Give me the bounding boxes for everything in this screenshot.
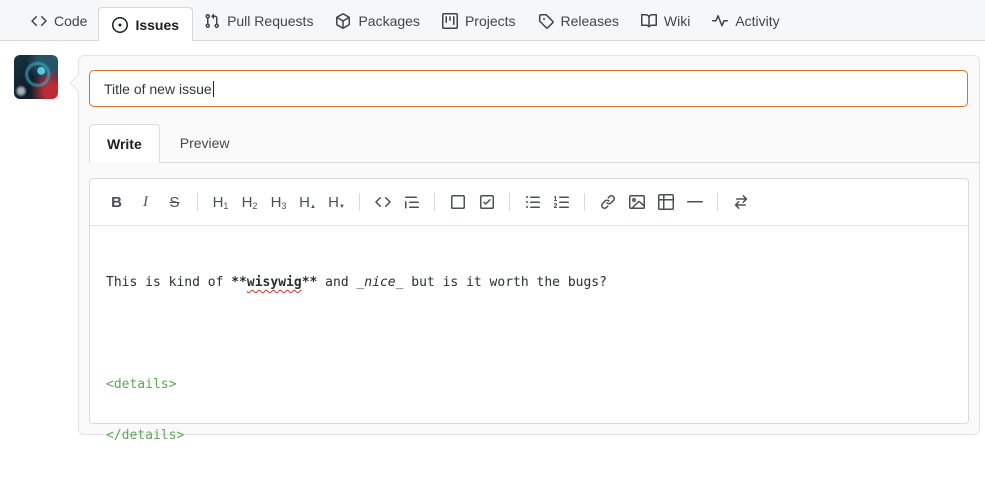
nav-tab-code[interactable]: Code (20, 0, 98, 41)
quote-icon (404, 196, 419, 209)
heading-2-button[interactable]: H2 (235, 188, 264, 217)
nav-tab-label: Projects (464, 12, 516, 29)
strikethrough-icon: S (169, 193, 180, 211)
heading-1-icon: H (212, 193, 224, 211)
new-issue-form: Title of new issue Write Preview B I S H… (69, 55, 980, 443)
bold-icon: B (111, 193, 122, 211)
editor-line-1: This is kind of **wisywig** and _nice_ b… (106, 275, 607, 290)
markdown-toolbar: B I S H1 H2 H3 H ▲ H ▼ (90, 179, 968, 226)
comment-arrow (69, 74, 87, 92)
editor-line-details-open: <details> (106, 377, 177, 392)
link-button[interactable] (593, 188, 622, 217)
editor-blank-line (106, 325, 952, 342)
heading-decrease-sub: ▼ (338, 204, 345, 210)
bold-button[interactable]: B (102, 188, 131, 217)
italic-button[interactable]: I (131, 188, 160, 217)
heading-1-sub: 1 (223, 201, 229, 211)
table-button[interactable] (651, 188, 680, 217)
book-icon (640, 13, 657, 27)
heading-1-button[interactable]: H1 (206, 188, 235, 217)
user-avatar (14, 55, 58, 99)
switch-editor-icon (734, 195, 747, 210)
nav-tab-label: Issues (135, 16, 180, 33)
toolbar-separator (359, 193, 360, 211)
tab-write[interactable]: Write (89, 124, 160, 163)
code-icon (31, 15, 47, 26)
issue-title-input[interactable]: Title of new issue (89, 70, 968, 107)
list-unordered-icon (525, 196, 540, 208)
list-unordered-button[interactable] (518, 188, 547, 217)
heading-increase-icon: H (299, 193, 310, 211)
heading-3-button[interactable]: H3 (264, 188, 293, 217)
project-icon (441, 12, 458, 29)
switch-editor-button[interactable] (726, 188, 755, 217)
heading-3-sub: 3 (281, 201, 287, 211)
heading-decrease-icon: H (328, 193, 339, 211)
details-block-button[interactable] (443, 188, 472, 217)
nav-tab-label: Code (54, 12, 88, 29)
editor-tab-bar: Write Preview (89, 124, 979, 163)
nav-tab-label: Activity (735, 12, 780, 29)
heading-2-sub: 2 (252, 201, 258, 211)
toolbar-separator (717, 193, 718, 211)
git-pull-request-icon (205, 13, 220, 28)
link-icon (600, 194, 615, 210)
code-icon (374, 196, 391, 208)
nav-tab-pull-requests[interactable]: Pull Requests (193, 0, 324, 41)
code-button[interactable] (368, 188, 397, 217)
toolbar-separator (584, 193, 585, 211)
editor-line-details-close: </details> (106, 428, 185, 443)
nav-tab-packages[interactable]: Packages (324, 0, 430, 41)
markdown-editor: B I S H1 H2 H3 H ▲ H ▼ This is kind of *… (89, 178, 969, 443)
misspelled-word: wisywig (246, 275, 302, 290)
checkbox-button[interactable] (472, 188, 501, 217)
tab-preview[interactable]: Preview (160, 124, 250, 162)
nav-tab-releases[interactable]: Releases (527, 0, 630, 41)
repo-nav: Code Issues Pull Requests Packages Proje… (0, 0, 985, 41)
horizontal-rule-icon (686, 201, 703, 203)
nav-tab-issues[interactable]: Issues (98, 7, 194, 41)
issue-opened-icon (112, 16, 129, 33)
heading-decrease-button[interactable]: H ▼ (322, 188, 351, 217)
image-icon (628, 195, 645, 209)
nav-tab-label: Wiki (663, 12, 691, 29)
nav-tab-label: Pull Requests (227, 12, 314, 29)
horizontal-rule-button[interactable] (680, 188, 709, 217)
checkbox-checked-icon (479, 195, 494, 209)
nav-tab-activity[interactable]: Activity (701, 0, 790, 41)
tag-icon (538, 13, 554, 29)
nav-tab-wiki[interactable]: Wiki (630, 0, 701, 41)
toolbar-separator (509, 193, 510, 211)
heading-2-icon: H (241, 193, 253, 211)
quote-button[interactable] (397, 188, 426, 217)
list-ordered-button[interactable] (547, 188, 576, 217)
list-ordered-icon (553, 196, 569, 208)
strikethrough-button[interactable]: S (160, 188, 189, 217)
pulse-icon (712, 14, 729, 26)
text-caret (212, 80, 214, 97)
heading-3-icon: H (270, 193, 282, 211)
italic-icon: I (143, 193, 148, 210)
heading-increase-button[interactable]: H ▲ (293, 188, 322, 217)
toolbar-separator (434, 193, 435, 211)
square-icon (450, 195, 465, 209)
table-icon (657, 194, 674, 210)
markdown-textarea[interactable]: This is kind of **wisywig** and _nice_ b… (90, 226, 968, 492)
toolbar-separator (197, 193, 198, 211)
nav-tab-label: Releases (560, 12, 619, 29)
heading-increase-sub: ▲ (309, 204, 316, 210)
image-button[interactable] (622, 188, 651, 217)
issue-title-value: Title of new issue (104, 80, 212, 97)
nav-tab-projects[interactable]: Projects (431, 0, 527, 41)
package-icon (336, 12, 351, 29)
nav-tab-label: Packages (358, 12, 420, 29)
